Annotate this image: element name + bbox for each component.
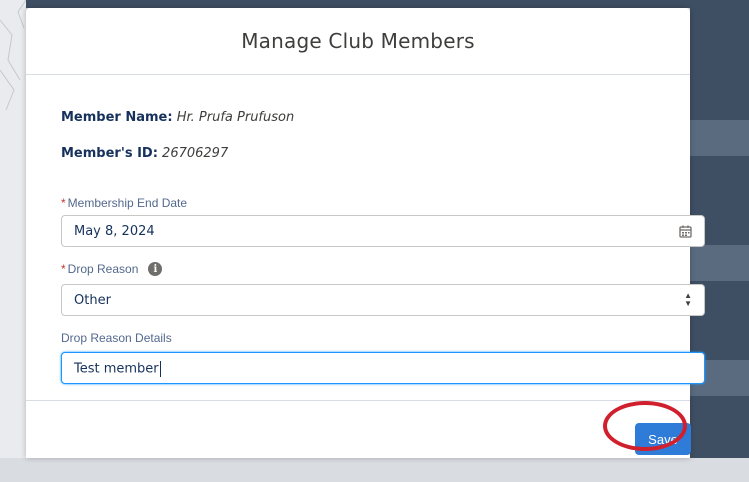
end-date-label: * Membership End Date	[61, 196, 187, 210]
drop-reason-details-label-text: Drop Reason Details	[61, 331, 172, 345]
backdrop-stripe	[690, 245, 749, 281]
backdrop-map-area	[0, 0, 26, 482]
end-date-input[interactable]: May 8, 2024	[61, 215, 705, 247]
member-id-line: Member's ID: 26706297	[61, 146, 228, 161]
modal-header: Manage Club Members	[26, 8, 690, 75]
required-marker: *	[61, 196, 66, 210]
text-caret	[159, 361, 161, 377]
calendar-icon[interactable]	[679, 225, 692, 243]
end-date-value: May 8, 2024	[74, 224, 155, 239]
drop-reason-label-text: Drop Reason	[67, 262, 139, 276]
end-date-label-text: Membership End Date	[67, 196, 188, 210]
drop-reason-details-text: Test member	[74, 361, 159, 377]
modal-title: Manage Club Members	[241, 29, 475, 53]
drop-reason-details-value: Test member	[74, 361, 161, 377]
member-name-line: Member Name: Hr. Prufa Prufuson	[61, 110, 294, 125]
drop-reason-details-label: Drop Reason Details	[61, 331, 172, 345]
drop-reason-selected: Other	[74, 293, 111, 308]
member-name-value: Hr. Prufa Prufuson	[176, 110, 295, 125]
backdrop-footer-strip	[0, 458, 749, 482]
modal-footer: Save	[26, 400, 691, 459]
modal-body: Member Name: Hr. Prufa Prufuson Member's…	[26, 75, 705, 402]
manage-members-modal: Manage Club Members Member Name: Hr. Pru…	[26, 8, 705, 459]
backdrop-header-strip	[26, 0, 690, 8]
select-arrows-icon: ▲ ▼	[684, 291, 692, 308]
save-button[interactable]: Save	[635, 423, 691, 455]
member-name-label: Member Name:	[61, 110, 173, 125]
member-id-label: Member's ID:	[61, 146, 158, 161]
drop-reason-select[interactable]: Other ▲ ▼	[61, 284, 705, 316]
drop-reason-details-input[interactable]: Test member	[61, 352, 705, 384]
member-id-value: 26706297	[162, 146, 229, 161]
required-marker: *	[61, 262, 66, 276]
info-icon[interactable]: i	[148, 262, 163, 276]
backdrop-map-lines	[0, 0, 26, 111]
backdrop-stripe	[690, 120, 749, 156]
drop-reason-label: * Drop Reason i	[61, 262, 163, 276]
